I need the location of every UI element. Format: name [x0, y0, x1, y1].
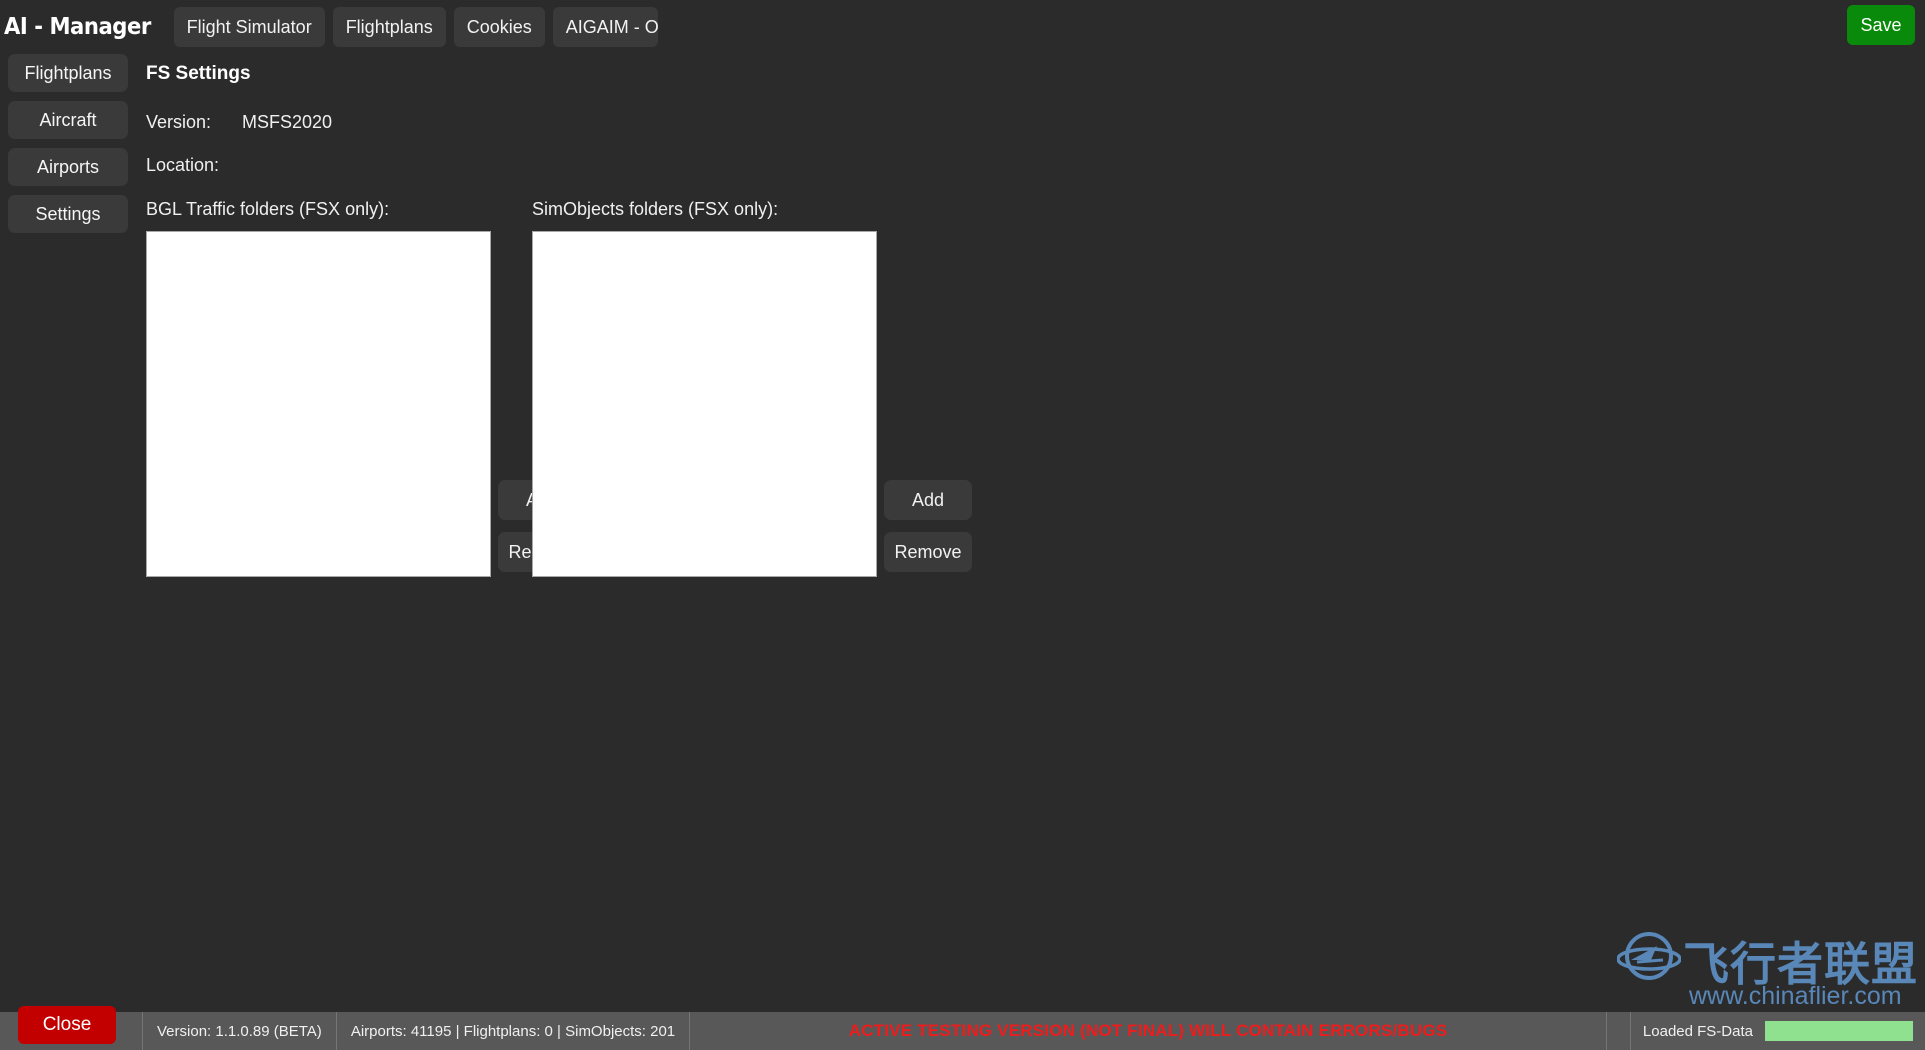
status-bar: Close Version: 1.1.0.89 (BETA) Airports:…	[0, 1006, 1925, 1050]
top-bar: AI - Manager Flight Simulator Flightplan…	[0, 0, 1925, 54]
main-tab-bar: Flight Simulator Flightplans Cookies AIG…	[173, 7, 658, 47]
progress-bar	[1765, 1021, 1913, 1041]
bgl-traffic-folders-label: BGL Traffic folders (FSX only):	[146, 199, 390, 219]
simobjects-folders-list[interactable]	[532, 231, 877, 577]
sidebar-item-flightplans[interactable]: Flightplans	[8, 54, 128, 92]
simobjects-folders-label: SimObjects folders (FSX only):	[532, 199, 779, 219]
simobjects-remove-button[interactable]: Remove	[884, 532, 972, 572]
status-loaded-label: Loaded FS-Data	[1642, 1022, 1753, 1040]
folders-area: BGL Traffic folders (FSX only): Add Remo…	[146, 199, 1925, 619]
page-title: FS Settings	[146, 63, 251, 84]
simobjects-folders-buttons: Add Remove	[884, 480, 972, 572]
version-row: Version: MSFS2020	[146, 112, 1925, 133]
application-window: AI - Manager Flight Simulator Flightplan…	[0, 0, 1925, 1050]
simobjects-add-button[interactable]: Add	[884, 480, 972, 520]
tab-flight-simulator[interactable]: Flight Simulator	[173, 7, 325, 47]
sidebar: Flightplans Aircraft Airports Settings	[0, 54, 130, 233]
sidebar-item-settings[interactable]: Settings	[8, 195, 128, 233]
location-label: Location:	[146, 155, 220, 175]
version-label: Version:	[146, 112, 212, 132]
main-content: FS Settings Version: MSFS2020 Location: …	[146, 54, 1925, 990]
bgl-traffic-folders-list[interactable]	[146, 231, 491, 577]
tab-cookies[interactable]: Cookies	[453, 7, 545, 47]
status-divider	[1607, 1012, 1631, 1050]
status-warning: ACTIVE TESTING VERSION (NOT FINAL) WILL …	[848, 1021, 1448, 1040]
sidebar-item-aircraft[interactable]: Aircraft	[8, 101, 128, 139]
tab-aigaim-oci[interactable]: AIGAIM - OCI	[552, 7, 658, 47]
close-button[interactable]: Close	[18, 1006, 116, 1044]
sidebar-item-airports[interactable]: Airports	[8, 148, 128, 186]
version-value: MSFS2020	[242, 112, 333, 132]
app-logo: AI - Manager	[4, 14, 151, 40]
tab-flightplans[interactable]: Flightplans	[332, 7, 446, 47]
status-counts: Airports: 41195 | Flightplans: 0 | SimOb…	[337, 1012, 691, 1050]
progress-bar-fill	[1765, 1021, 1913, 1041]
status-version: Version: 1.1.0.89 (BETA)	[142, 1012, 337, 1050]
save-button[interactable]: Save	[1847, 5, 1915, 45]
location-row: Location:	[146, 155, 1925, 176]
status-right-group: Loaded FS-Data	[1605, 1012, 1925, 1050]
